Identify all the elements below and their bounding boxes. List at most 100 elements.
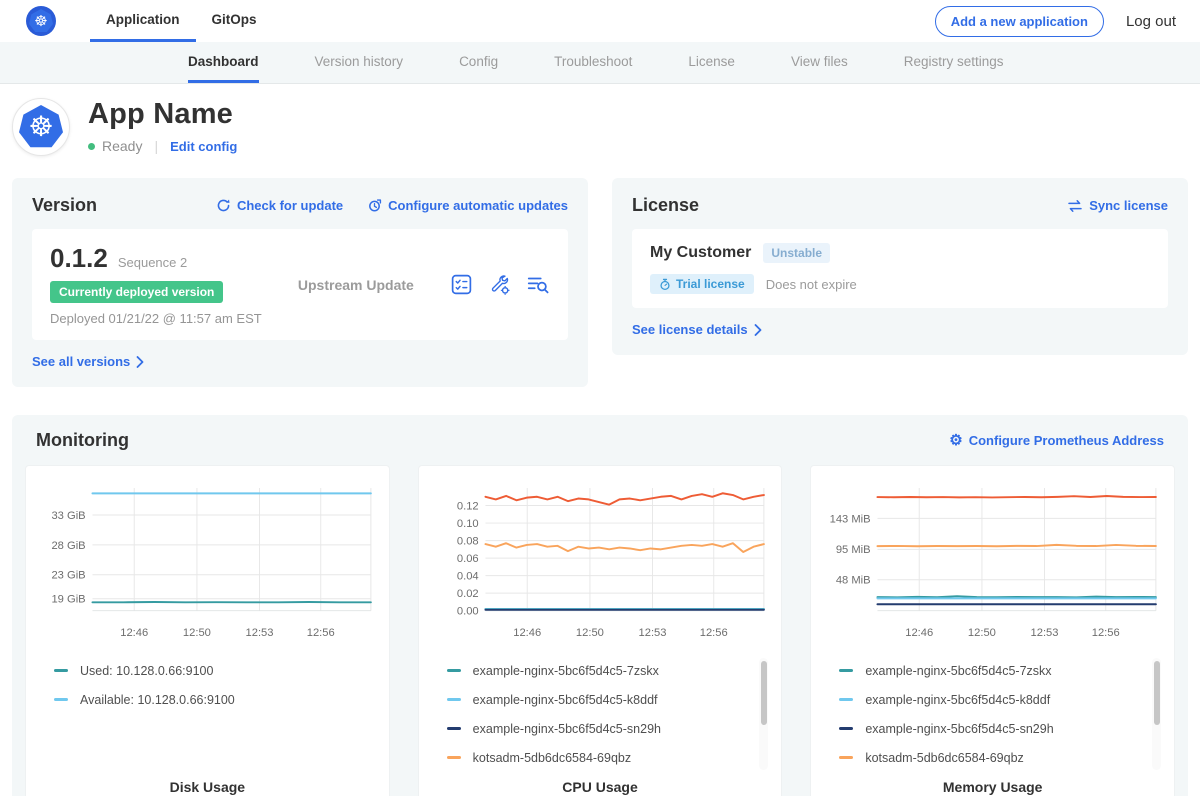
legend-swatch — [839, 698, 853, 701]
legend-label: example-nginx-5bc6f5d4c5-7zskx — [865, 664, 1051, 678]
legend-scrollbar — [1152, 658, 1161, 770]
svg-text:12:50: 12:50 — [576, 627, 604, 639]
legend-scrollbar-thumb[interactable] — [1154, 661, 1160, 725]
cpu-usage-chart: 0.120.100.080.060.040.020.0012:4612:5012… — [429, 478, 772, 646]
app-status-label: Ready — [102, 138, 142, 154]
monitoring-heading: Monitoring — [36, 430, 129, 451]
svg-text:0.02: 0.02 — [457, 588, 479, 600]
svg-text:95 MiB: 95 MiB — [836, 544, 871, 556]
svg-text:12:53: 12:53 — [1031, 627, 1059, 639]
legend-item: example-nginx-5bc6f5d4c5-sn29h — [447, 714, 772, 743]
chart-title-memory: Memory Usage — [821, 779, 1164, 795]
memory-usage-chart: 143 MiB95 MiB48 MiB12:4612:5012:5312:56 — [821, 478, 1164, 646]
see-license-details-link[interactable]: See license details — [632, 322, 762, 337]
status-dot — [88, 143, 95, 150]
svg-text:12:53: 12:53 — [638, 627, 666, 639]
configure-automatic-updates-link[interactable]: Configure automatic updates — [367, 198, 568, 213]
legend-swatch — [839, 669, 853, 672]
app-header: ☸ App Name Ready | Edit config — [0, 84, 1200, 156]
top-nav: ☸ Application GitOps Add a new applicati… — [0, 0, 1200, 42]
legend-item: example-nginx-5bc6f5d4c5-k8ddf — [839, 685, 1164, 714]
legend-item: kotsadm-5db6dc6584-69qbz — [447, 743, 772, 772]
tab-registry-settings[interactable]: Registry settings — [904, 42, 1004, 83]
cpu-usage-legend: example-nginx-5bc6f5d4c5-7zskx example-ng… — [429, 656, 772, 776]
check-for-update-link[interactable]: Check for update — [216, 198, 343, 213]
legend-item: Available: 10.128.0.66:9100 — [54, 685, 379, 714]
sync-license-link[interactable]: Sync license — [1067, 198, 1168, 213]
svg-text:12:50: 12:50 — [968, 627, 996, 639]
gear-icon: ⚙ — [949, 433, 962, 448]
legend-scrollbar-thumb[interactable] — [761, 661, 767, 725]
svg-text:0.04: 0.04 — [457, 571, 479, 583]
config-wrench-icon[interactable] — [488, 273, 511, 296]
svg-text:12:56: 12:56 — [1092, 627, 1120, 639]
monitoring-section: Monitoring ⚙ Configure Prometheus Addres… — [12, 415, 1188, 796]
legend-item: example-nginx-5bc6f5d4c5-sn29h — [839, 714, 1164, 743]
app-tab-bar: Dashboard Version history Config Trouble… — [0, 42, 1200, 84]
logout-button[interactable]: Log out — [1126, 13, 1176, 30]
tab-config[interactable]: Config — [459, 42, 498, 83]
trial-license-badge: Trial license — [650, 274, 754, 294]
deployed-timestamp: Deployed 01/21/22 @ 11:57 am EST — [50, 311, 262, 326]
nav-item-gitops[interactable]: GitOps — [196, 0, 273, 42]
license-details-box: My Customer Unstable Trial license Does … — [632, 229, 1168, 308]
chevron-right-icon — [136, 356, 144, 368]
customer-name: My Customer — [650, 244, 751, 262]
app-icon: ☸ — [12, 98, 70, 156]
divider: | — [154, 138, 158, 154]
tab-license[interactable]: License — [688, 42, 735, 83]
svg-text:23 GiB: 23 GiB — [51, 570, 85, 582]
deployed-badge: Currently deployed version — [50, 281, 223, 303]
license-card: License Sync license My Customer Unstabl… — [612, 178, 1188, 355]
memory-usage-legend: example-nginx-5bc6f5d4c5-7zskx example-ng… — [821, 656, 1164, 776]
legend-item: Used: 10.128.0.66:9100 — [54, 656, 379, 685]
legend-scrollbar — [759, 658, 768, 770]
svg-text:12:46: 12:46 — [513, 627, 541, 639]
disk-usage-legend: Used: 10.128.0.66:9100 Available: 10.128.… — [36, 656, 379, 776]
stopwatch-icon — [659, 278, 671, 291]
svg-text:33 GiB: 33 GiB — [51, 510, 85, 522]
view-logs-icon[interactable] — [526, 274, 550, 296]
legend-swatch — [54, 669, 68, 672]
see-all-versions-link[interactable]: See all versions — [32, 354, 144, 369]
edit-config-link[interactable]: Edit config — [170, 139, 237, 154]
page-title: App Name — [88, 98, 237, 131]
chevron-right-icon — [754, 324, 762, 336]
nav-item-application[interactable]: Application — [90, 0, 196, 42]
channel-badge: Unstable — [763, 243, 830, 263]
svg-text:0.06: 0.06 — [457, 553, 479, 565]
version-number: 0.1.2 — [50, 243, 108, 274]
legend-swatch — [447, 756, 461, 759]
legend-label: example-nginx-5bc6f5d4c5-sn29h — [865, 722, 1053, 736]
tab-dashboard[interactable]: Dashboard — [188, 42, 259, 83]
tab-view-files[interactable]: View files — [791, 42, 848, 83]
legend-item: example-nginx-5bc6f5d4c5-7zskx — [447, 656, 772, 685]
svg-text:28 GiB: 28 GiB — [51, 540, 85, 552]
legend-swatch — [839, 756, 853, 759]
svg-text:143 MiB: 143 MiB — [830, 513, 871, 525]
legend-label: example-nginx-5bc6f5d4c5-7zskx — [473, 664, 659, 678]
license-heading: License — [632, 195, 699, 216]
disk-usage-chart: 33 GiB28 GiB23 GiB19 GiB12:4612:5012:531… — [36, 478, 379, 646]
refresh-icon — [216, 198, 231, 213]
cpu-usage-card: 0.120.100.080.060.040.020.0012:4612:5012… — [418, 465, 783, 796]
legend-label: example-nginx-5bc6f5d4c5-k8ddf — [473, 693, 658, 707]
svg-text:12:53: 12:53 — [246, 627, 274, 639]
svg-text:12:50: 12:50 — [183, 627, 211, 639]
legend-swatch — [447, 698, 461, 701]
tab-troubleshoot[interactable]: Troubleshoot — [554, 42, 632, 83]
tab-version-history[interactable]: Version history — [315, 42, 404, 83]
svg-text:12:46: 12:46 — [120, 627, 148, 639]
legend-label: example-nginx-5bc6f5d4c5-k8ddf — [865, 693, 1050, 707]
svg-text:48 MiB: 48 MiB — [836, 575, 871, 587]
legend-label: kotsadm-5db6dc6584-69qbz — [865, 751, 1023, 765]
version-heading: Version — [32, 195, 97, 216]
add-application-button[interactable]: Add a new application — [935, 6, 1104, 37]
legend-swatch — [839, 727, 853, 730]
legend-item: kotsadm-5db6dc6584-69qbz — [839, 743, 1164, 772]
legend-label: Used: 10.128.0.66:9100 — [80, 664, 213, 678]
legend-swatch — [447, 669, 461, 672]
legend-swatch — [54, 698, 68, 701]
preflight-checklist-icon[interactable] — [450, 273, 473, 296]
configure-prometheus-link[interactable]: ⚙ Configure Prometheus Address — [949, 433, 1164, 448]
